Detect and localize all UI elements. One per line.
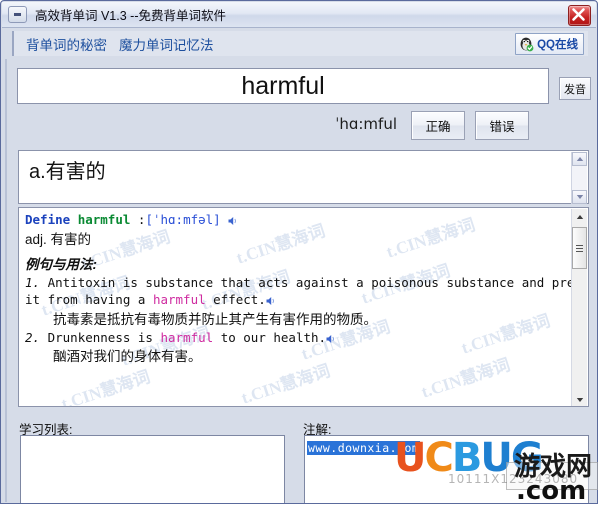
grip-lines (576, 243, 583, 254)
pos-line: adj. 有害的 (25, 231, 92, 247)
qq-online-badge[interactable]: QQ在线 (515, 33, 584, 55)
window-title: 高效背单词 V1.3 --免费背单词软件 (35, 9, 226, 23)
detail-scrollbar[interactable] (571, 209, 587, 406)
word-input[interactable]: harmful (17, 68, 549, 104)
example-line: 1. Antitoxin is substance that acts agai… (25, 274, 573, 292)
define-word: harmful (77, 212, 131, 227)
example-en-1: Antitoxin is substance that acts against… (40, 274, 573, 290)
study-list-box[interactable] (20, 435, 285, 503)
define-label: Define (25, 212, 71, 227)
example-en-2: to our health. (213, 329, 327, 345)
example-en-1: Drunkenness is (40, 329, 161, 345)
definition-text: a.有害的 (29, 161, 106, 183)
example-line: it from having a harmful effect. (25, 291, 569, 311)
app-window: 高效背单词 V1.3 --免费背单词软件 背单词的秘密 魔力单词记忆法 QQ在线 (0, 0, 598, 504)
speaker-icon[interactable] (266, 293, 277, 311)
example-line: 2. Drunkenness is harmful to our health. (25, 329, 569, 349)
link-magic-memory-method[interactable]: 魔力单词记忆法 (119, 34, 214, 54)
define-ipa: [ˈhɑ:mfəl] (145, 212, 221, 227)
speaker-icon[interactable] (221, 213, 240, 231)
usage-title: 例句与用法: (25, 257, 97, 273)
example-keyword: harmful (160, 329, 214, 345)
system-menu-icon[interactable] (8, 6, 27, 23)
caret-up-glyph (576, 214, 583, 219)
speaker-icon[interactable] (326, 331, 337, 349)
minimize-glyph (14, 13, 21, 16)
caret-down-glyph (576, 195, 583, 199)
define-colon: : (130, 212, 146, 227)
caret-up-glyph (576, 157, 583, 161)
scroll-down-icon[interactable] (572, 392, 587, 406)
note-value: www.downxia.com (307, 441, 421, 455)
example-keyword: harmful (152, 292, 206, 308)
example-number: 1. (25, 274, 41, 290)
definition-box[interactable]: a.有害的 (18, 150, 589, 204)
scroll-up-icon[interactable] (572, 209, 587, 224)
pronounce-button[interactable]: 发音 (559, 77, 591, 100)
promo-link-bar: 背单词的秘密 魔力单词记忆法 QQ在线 (12, 31, 588, 56)
correct-button[interactable]: 正确 (411, 111, 465, 140)
wrong-button[interactable]: 错误 (475, 111, 529, 140)
close-x-glyph (572, 8, 585, 21)
example-translation: 酗酒对我们的身体有害。 (53, 349, 202, 365)
detail-content: Define harmful :[ˈhɑ:mfəl] adj. 有害的 例句与用… (19, 208, 573, 406)
main-panel: harmful 发音 ˈhɑ:mful 正确 错误 a.有害的 t.CIN慧海词… (5, 59, 595, 503)
link-memorize-secret[interactable]: 背单词的秘密 (26, 34, 107, 54)
caret-down-glyph (576, 397, 583, 402)
example-translation: 抗毒素是抵抗有毒物质并防止其产生有害作用的物质。 (53, 311, 377, 327)
example-number: 2. (25, 329, 41, 345)
definition-scrollbar[interactable] (571, 152, 587, 204)
current-word: harmful (241, 71, 325, 100)
define-line: Define harmful :[ˈhɑ:mfəl] (25, 211, 569, 231)
qq-penguin-icon (520, 37, 534, 52)
scrollbar-thumb[interactable] (572, 227, 587, 269)
note-box[interactable]: www.downxia.com (304, 435, 589, 503)
example-en-2: it from having a (25, 292, 153, 308)
detail-box[interactable]: t.CIN慧海词 t.CIN慧海词 t.CIN慧海词 t.CIN慧海词 t.CI… (18, 207, 589, 407)
example-en-3: effect. (205, 292, 266, 308)
scroll-down-icon[interactable] (572, 190, 587, 204)
close-icon[interactable] (568, 5, 591, 26)
title-bar: 高效背单词 V1.3 --免费背单词软件 (2, 2, 596, 28)
phonetic-text: ˈhɑ:mful (335, 115, 397, 133)
scroll-up-icon[interactable] (572, 152, 587, 166)
qq-online-label: QQ在线 (537, 39, 578, 51)
